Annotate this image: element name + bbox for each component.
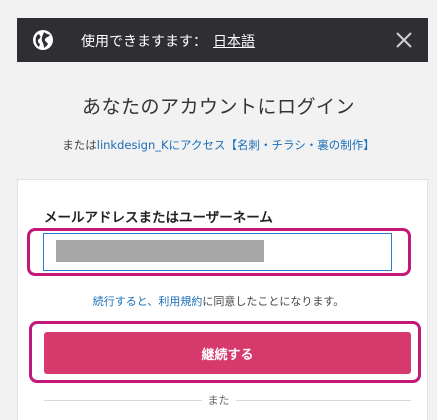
terms-suffix: に同意したことになります。 (202, 295, 345, 308)
page-title: あなたのアカウントにログイン (81, 96, 355, 118)
subtitle: またはlinkdesign_Kにアクセス【名刺・チラシ・裏の制作】 (0, 137, 437, 153)
redacted-value (56, 240, 264, 262)
language-link[interactable]: 日本語 (213, 34, 255, 50)
email-label: メールアドレスまたはユーザーネーム (44, 210, 273, 226)
terms-link[interactable]: 続行すると、利用規約 (93, 295, 203, 308)
language-banner: 使用できますます： 日本語 (17, 18, 428, 62)
terms-text: 続行すると、利用規約に同意したことになります。 (0, 293, 437, 309)
workspace-link[interactable]: linkdesign_Kにアクセス【名刺・チラシ・裏の制作】 (97, 138, 375, 152)
subtitle-prefix: または (62, 138, 97, 152)
language-message: 使用できますます： 日本語 (81, 31, 255, 51)
globe-icon (33, 30, 53, 50)
divider-text: また (207, 394, 230, 407)
continue-button[interactable]: 継続する (44, 332, 411, 374)
close-icon[interactable] (390, 26, 418, 54)
language-message-text: 使用できますます： (81, 34, 207, 50)
